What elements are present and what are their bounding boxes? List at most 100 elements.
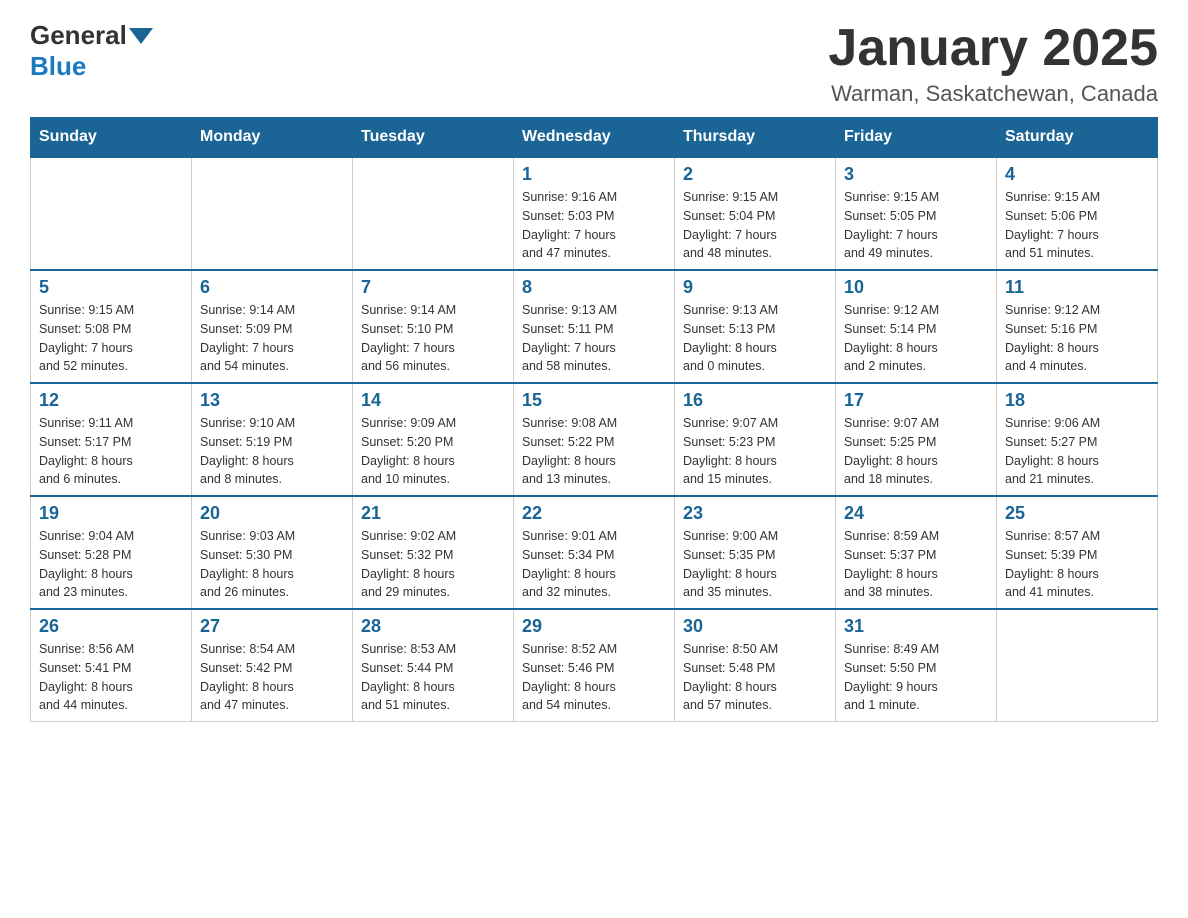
day-number: 9 <box>683 277 827 298</box>
day-info: Sunrise: 9:13 AMSunset: 5:11 PMDaylight:… <box>522 301 666 376</box>
day-number: 13 <box>200 390 344 411</box>
calendar-cell: 18 Sunrise: 9:06 AMSunset: 5:27 PMDayligh… <box>997 383 1158 496</box>
calendar-cell: 4 Sunrise: 9:15 AMSunset: 5:06 PMDaylight… <box>997 157 1158 270</box>
day-number: 17 <box>844 390 988 411</box>
calendar-cell: 3Sunrise: 9:15 AMSunset: 5:05 PMDaylight… <box>836 157 997 270</box>
logo: General Blue <box>30 20 155 82</box>
calendar-table: SundayMondayTuesdayWednesdayThursdayFrid… <box>30 117 1158 722</box>
day-info: Sunrise: 9:15 AMSunset: 5:06 PMDaylight:… <box>1005 188 1149 263</box>
calendar-cell: 30 Sunrise: 8:50 AMSunset: 5:48 PMDayligh… <box>675 609 836 722</box>
day-info: Sunrise: 8:57 AMSunset: 5:39 PMDaylight:… <box>1005 527 1149 602</box>
day-info: Sunrise: 9:07 AMSunset: 5:25 PMDaylight:… <box>844 414 988 489</box>
calendar-weekday-friday: Friday <box>836 118 997 158</box>
day-info: Sunrise: 8:54 AMSunset: 5:42 PMDaylight:… <box>200 640 344 715</box>
calendar-cell <box>192 157 353 270</box>
day-info: Sunrise: 8:52 AMSunset: 5:46 PMDaylight:… <box>522 640 666 715</box>
calendar-cell: 31 Sunrise: 8:49 AMSunset: 5:50 PMDayligh… <box>836 609 997 722</box>
day-info: Sunrise: 9:14 AMSunset: 5:09 PMDaylight:… <box>200 301 344 376</box>
calendar-cell <box>997 609 1158 722</box>
calendar-cell <box>31 157 192 270</box>
day-number: 31 <box>844 616 988 637</box>
day-number: 26 <box>39 616 183 637</box>
day-info: Sunrise: 8:56 AMSunset: 5:41 PMDaylight:… <box>39 640 183 715</box>
day-info: Sunrise: 8:59 AMSunset: 5:37 PMDaylight:… <box>844 527 988 602</box>
calendar-weekday-thursday: Thursday <box>675 118 836 158</box>
calendar-cell: 28 Sunrise: 8:53 AMSunset: 5:44 PMDayligh… <box>353 609 514 722</box>
calendar-cell: 1Sunrise: 9:16 AMSunset: 5:03 PMDaylight… <box>514 157 675 270</box>
logo-blue-text: Blue <box>30 51 86 81</box>
location-text: Warman, Saskatchewan, Canada <box>828 81 1158 107</box>
calendar-week-row: 26 Sunrise: 8:56 AMSunset: 5:41 PMDayligh… <box>31 609 1158 722</box>
day-number: 4 <box>1005 164 1149 185</box>
day-number: 18 <box>1005 390 1149 411</box>
day-info: Sunrise: 9:10 AMSunset: 5:19 PMDaylight:… <box>200 414 344 489</box>
calendar-header-row: SundayMondayTuesdayWednesdayThursdayFrid… <box>31 118 1158 158</box>
calendar-cell: 9 Sunrise: 9:13 AMSunset: 5:13 PMDaylight… <box>675 270 836 383</box>
day-info: Sunrise: 9:14 AMSunset: 5:10 PMDaylight:… <box>361 301 505 376</box>
day-info: Sunrise: 9:00 AMSunset: 5:35 PMDaylight:… <box>683 527 827 602</box>
day-info: Sunrise: 9:12 AMSunset: 5:16 PMDaylight:… <box>1005 301 1149 376</box>
calendar-weekday-monday: Monday <box>192 118 353 158</box>
day-number: 21 <box>361 503 505 524</box>
day-number: 20 <box>200 503 344 524</box>
day-number: 28 <box>361 616 505 637</box>
day-number: 30 <box>683 616 827 637</box>
day-number: 19 <box>39 503 183 524</box>
day-number: 11 <box>1005 277 1149 298</box>
logo-arrow-icon <box>129 28 153 44</box>
calendar-cell: 10Sunrise: 9:12 AMSunset: 5:14 PMDayligh… <box>836 270 997 383</box>
day-info: Sunrise: 9:07 AMSunset: 5:23 PMDaylight:… <box>683 414 827 489</box>
day-number: 12 <box>39 390 183 411</box>
calendar-cell: 24 Sunrise: 8:59 AMSunset: 5:37 PMDayligh… <box>836 496 997 609</box>
calendar-cell: 16 Sunrise: 9:07 AMSunset: 5:23 PMDayligh… <box>675 383 836 496</box>
calendar-weekday-saturday: Saturday <box>997 118 1158 158</box>
day-number: 23 <box>683 503 827 524</box>
calendar-cell: 6 Sunrise: 9:14 AMSunset: 5:09 PMDaylight… <box>192 270 353 383</box>
day-number: 24 <box>844 503 988 524</box>
calendar-cell: 11 Sunrise: 9:12 AMSunset: 5:16 PMDayligh… <box>997 270 1158 383</box>
day-info: Sunrise: 9:15 AMSunset: 5:04 PMDaylight:… <box>683 188 827 263</box>
calendar-cell: 13 Sunrise: 9:10 AMSunset: 5:19 PMDayligh… <box>192 383 353 496</box>
day-info: Sunrise: 8:49 AMSunset: 5:50 PMDaylight:… <box>844 640 988 715</box>
day-info: Sunrise: 9:09 AMSunset: 5:20 PMDaylight:… <box>361 414 505 489</box>
day-number: 25 <box>1005 503 1149 524</box>
calendar-cell: 19 Sunrise: 9:04 AMSunset: 5:28 PMDayligh… <box>31 496 192 609</box>
calendar-cell: 2 Sunrise: 9:15 AMSunset: 5:04 PMDaylight… <box>675 157 836 270</box>
calendar-weekday-wednesday: Wednesday <box>514 118 675 158</box>
day-info: Sunrise: 9:02 AMSunset: 5:32 PMDaylight:… <box>361 527 505 602</box>
day-number: 7 <box>361 277 505 298</box>
day-number: 1 <box>522 164 666 185</box>
calendar-cell: 17 Sunrise: 9:07 AMSunset: 5:25 PMDayligh… <box>836 383 997 496</box>
calendar-cell <box>353 157 514 270</box>
day-number: 16 <box>683 390 827 411</box>
calendar-cell: 21 Sunrise: 9:02 AMSunset: 5:32 PMDayligh… <box>353 496 514 609</box>
calendar-cell: 25 Sunrise: 8:57 AMSunset: 5:39 PMDayligh… <box>997 496 1158 609</box>
day-info: Sunrise: 9:13 AMSunset: 5:13 PMDaylight:… <box>683 301 827 376</box>
calendar-weekday-tuesday: Tuesday <box>353 118 514 158</box>
day-number: 6 <box>200 277 344 298</box>
day-number: 27 <box>200 616 344 637</box>
calendar-cell: 27 Sunrise: 8:54 AMSunset: 5:42 PMDayligh… <box>192 609 353 722</box>
month-title: January 2025 <box>828 20 1158 77</box>
calendar-week-row: 12Sunrise: 9:11 AMSunset: 5:17 PMDayligh… <box>31 383 1158 496</box>
calendar-weekday-sunday: Sunday <box>31 118 192 158</box>
calendar-cell: 7 Sunrise: 9:14 AMSunset: 5:10 PMDaylight… <box>353 270 514 383</box>
day-number: 2 <box>683 164 827 185</box>
day-info: Sunrise: 9:15 AMSunset: 5:05 PMDaylight:… <box>844 188 988 263</box>
day-info: Sunrise: 9:08 AMSunset: 5:22 PMDaylight:… <box>522 414 666 489</box>
logo-general-text: General <box>30 20 127 51</box>
day-info: Sunrise: 9:03 AMSunset: 5:30 PMDaylight:… <box>200 527 344 602</box>
day-info: Sunrise: 8:53 AMSunset: 5:44 PMDaylight:… <box>361 640 505 715</box>
calendar-cell: 29 Sunrise: 8:52 AMSunset: 5:46 PMDayligh… <box>514 609 675 722</box>
day-info: Sunrise: 8:50 AMSunset: 5:48 PMDaylight:… <box>683 640 827 715</box>
calendar-cell: 15Sunrise: 9:08 AMSunset: 5:22 PMDayligh… <box>514 383 675 496</box>
day-number: 29 <box>522 616 666 637</box>
calendar-cell: 22Sunrise: 9:01 AMSunset: 5:34 PMDayligh… <box>514 496 675 609</box>
title-section: January 2025 Warman, Saskatchewan, Canad… <box>828 20 1158 107</box>
day-info: Sunrise: 9:04 AMSunset: 5:28 PMDaylight:… <box>39 527 183 602</box>
calendar-cell: 20 Sunrise: 9:03 AMSunset: 5:30 PMDayligh… <box>192 496 353 609</box>
calendar-cell: 26 Sunrise: 8:56 AMSunset: 5:41 PMDayligh… <box>31 609 192 722</box>
calendar-cell: 8Sunrise: 9:13 AMSunset: 5:11 PMDaylight… <box>514 270 675 383</box>
calendar-week-row: 5Sunrise: 9:15 AMSunset: 5:08 PMDaylight… <box>31 270 1158 383</box>
day-info: Sunrise: 9:06 AMSunset: 5:27 PMDaylight:… <box>1005 414 1149 489</box>
